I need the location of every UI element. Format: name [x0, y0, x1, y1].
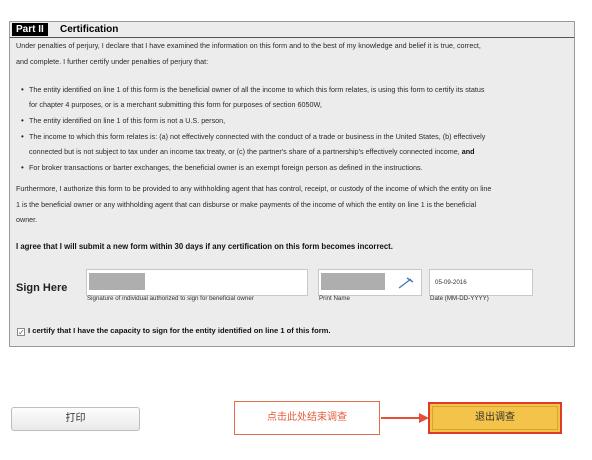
print-name-caption: Print Name [319, 295, 350, 302]
sign-here-label: Sign Here [16, 282, 68, 294]
bullet-1-line-2: for chapter 4 purposes, or is a merchant… [29, 100, 322, 109]
bullet-2-line-1: The entity identified on line 1 of this … [29, 116, 226, 125]
certification-form: Part II Certification Under penalties of… [9, 21, 575, 347]
bullet-3-line-1: The income to which this form relates is… [29, 132, 486, 141]
bullet-dot: • [21, 116, 24, 125]
furthermore-line-1: Furthermore, I authorize this form to be… [16, 184, 492, 193]
exit-survey-button[interactable]: 退出调查 [428, 402, 562, 434]
date-field[interactable]: 05-09-2016 [429, 269, 533, 296]
print-name-redacted [321, 273, 385, 290]
agree-text: I agree that I will submit a new form wi… [16, 242, 393, 251]
furthermore-line-3: owner. [16, 215, 38, 224]
instruction-callout: 点击此处结束调查 [234, 401, 380, 435]
intro-line-2: and complete. I further certify under pe… [16, 57, 209, 66]
bullet-3-line-2: connected but is not subject to tax unde… [29, 145, 475, 159]
part-title: Certification [60, 24, 119, 35]
signature-redacted [89, 273, 145, 290]
bullet-1-line-1: The entity identified on line 1 of this … [29, 85, 485, 94]
print-button[interactable]: 打印 [11, 407, 140, 431]
bullet-dot: • [21, 163, 24, 172]
bullet-3-and: and [461, 147, 475, 156]
bullet-dot: • [21, 132, 24, 141]
bullet-3-line-2-text: connected but is not subject to tax unde… [29, 147, 460, 156]
intro-line-1: Under penalties of perjury, I declare th… [16, 41, 481, 50]
part-label: Part II [12, 23, 48, 36]
signature-field[interactable] [86, 269, 308, 296]
signature-caption: Signature of individual authorized to si… [87, 295, 254, 302]
pen-icon [398, 277, 414, 289]
capacity-text: I certify that I have the capacity to si… [28, 326, 331, 335]
capacity-checkbox[interactable]: ✓ [17, 328, 25, 337]
part-header: Part II Certification [10, 22, 574, 38]
date-caption: Date (MM-DD-YYYY) [430, 295, 489, 302]
furthermore-line-2: 1 is the beneficial owner or any withhol… [16, 200, 477, 209]
arrow-right-icon [381, 413, 429, 423]
date-value: 05-09-2016 [435, 279, 467, 286]
bullet-dot: • [21, 85, 24, 94]
exit-survey-label: 退出调查 [475, 412, 515, 423]
bullet-4-line-1: For broker transactions or barter exchan… [29, 163, 423, 172]
